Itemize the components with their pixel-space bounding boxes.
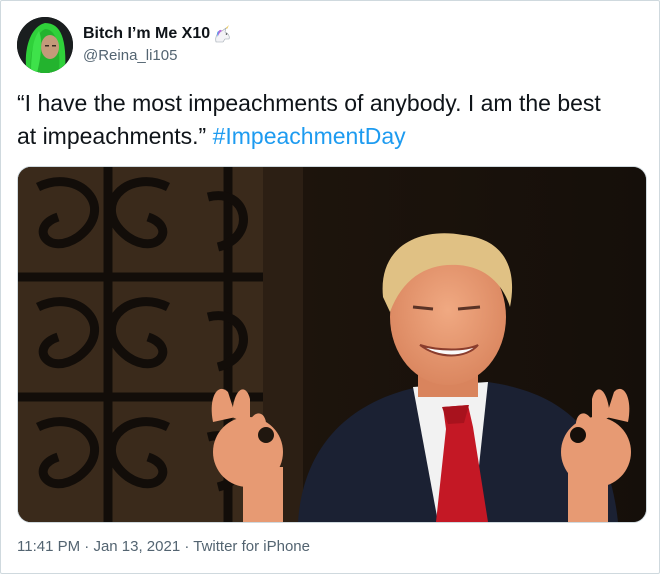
separator: · (180, 538, 194, 555)
separator: · (80, 538, 94, 555)
avatar-image (17, 17, 73, 73)
display-name[interactable]: Bitch I’m Me X10 (83, 25, 210, 43)
tweet-date[interactable]: Jan 13, 2021 (93, 538, 180, 555)
avatar[interactable] (17, 17, 73, 73)
tweet-source[interactable]: Twitter for iPhone (193, 538, 310, 555)
tweet-footer: 11:41 PM · Jan 13, 2021 · Twitter for iP… (17, 538, 310, 555)
unicorn-icon (215, 25, 230, 43)
photo-image (18, 167, 646, 522)
hashtag-link[interactable]: #ImpeachmentDay (213, 123, 406, 149)
tweet-header: Bitch I’m Me X10 @Reina_li105 (17, 17, 617, 75)
name-row: Bitch I’m Me X10 (83, 25, 232, 43)
tweet-time[interactable]: 11:41 PM (17, 538, 80, 555)
user-handle[interactable]: @Reina_li105 (83, 47, 177, 64)
tweet-card: Bitch I’m Me X10 @Reina_li105 “I have th… (0, 0, 660, 574)
tweet-photo[interactable] (17, 166, 647, 523)
tweet-text: “I have the most impeachments of anybody… (17, 87, 617, 153)
